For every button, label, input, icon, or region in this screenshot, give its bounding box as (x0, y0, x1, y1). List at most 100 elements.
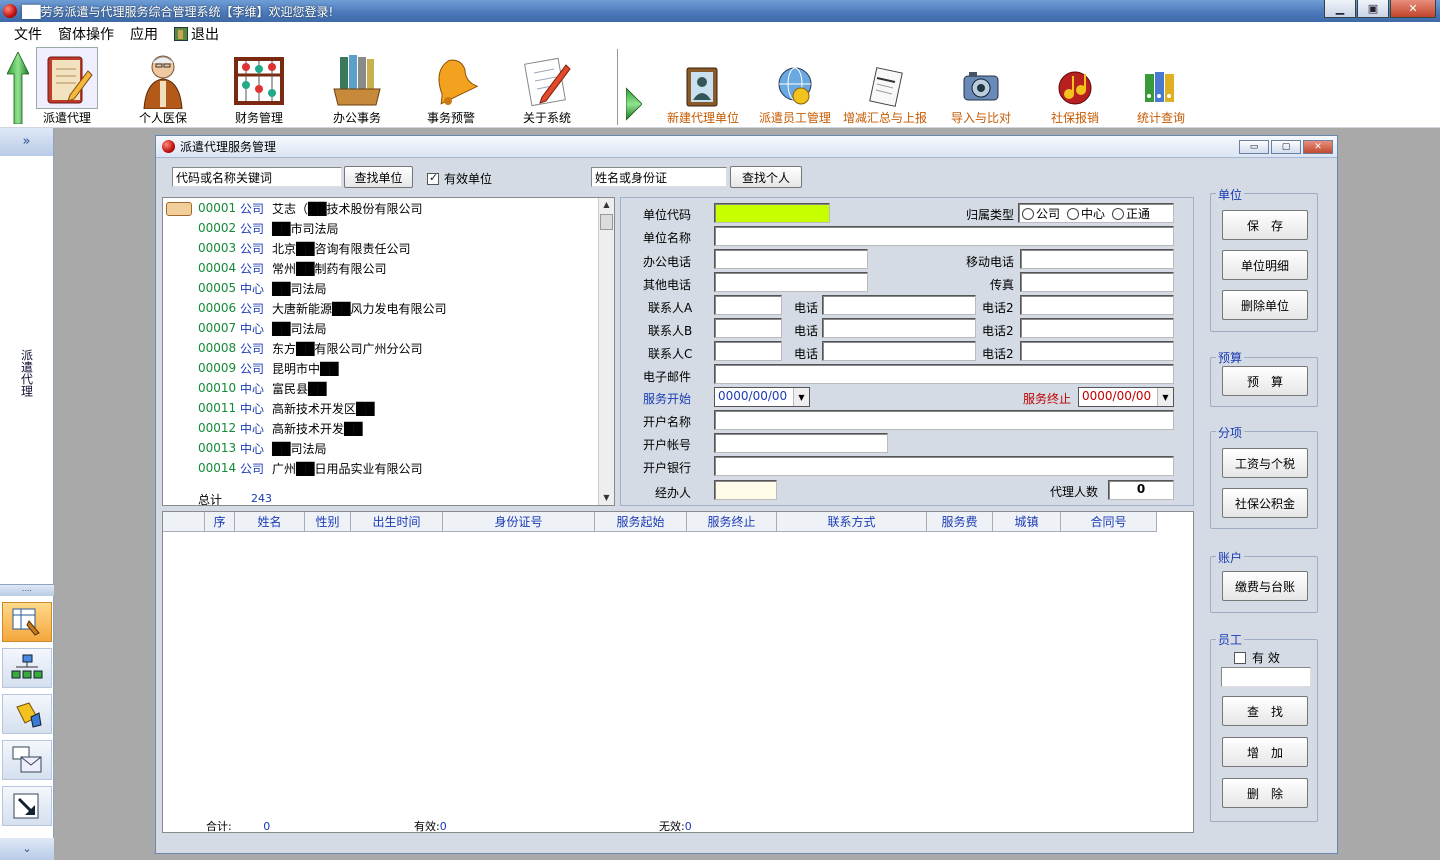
unit-list-row[interactable]: 00005 中心 ██司法局 (163, 278, 326, 298)
tool-social-insurance-claims[interactable]: 社保报销 (1032, 46, 1118, 128)
payment-ledger-button[interactable]: 缴费与台账 (1222, 571, 1308, 601)
grid-column-header[interactable]: 服务费 (927, 512, 993, 531)
nav-section-label[interactable]: 派遣代理 (10, 328, 44, 418)
unit-list-row[interactable]: 00006 公司 大唐新能源██风力发电有限公司 (163, 298, 446, 318)
tool-office-affairs[interactable]: 办公事务 (314, 46, 400, 128)
unit-list-row[interactable]: 00011 中心 高新技术开发区██ (163, 398, 374, 418)
staff-search-input[interactable] (1221, 667, 1311, 687)
unit-list-row[interactable]: 00010 中心 富民县██ (163, 378, 326, 398)
valid-unit-toggle[interactable]: 有效单位 (427, 170, 492, 187)
account-name-input[interactable] (714, 410, 1174, 430)
tool-about-system[interactable]: 关于系统 (504, 46, 590, 128)
nav-mail-button[interactable] (2, 740, 52, 780)
find-staff-button[interactable]: 查 找 (1222, 696, 1308, 726)
tool-dispatch-staff-mgmt[interactable]: 派遣员工管理 (750, 46, 840, 128)
fax-input[interactable] (1020, 272, 1174, 292)
unit-detail-button[interactable]: 单位明细 (1222, 250, 1308, 280)
handler-input[interactable] (714, 480, 777, 500)
inner-minimize-button[interactable]: ▭ (1239, 140, 1269, 154)
menu-apps[interactable]: 应用 (122, 24, 166, 44)
unit-code-input[interactable] (714, 203, 830, 223)
contact-b-phone-input[interactable] (822, 318, 976, 338)
budget-button[interactable]: 预 算 (1222, 366, 1308, 396)
contact-a-input[interactable] (714, 295, 782, 315)
unit-list-row[interactable]: 00001 公司 艾志（██技术股份有限公司 (163, 198, 422, 218)
contact-c-phone2-input[interactable] (1020, 341, 1174, 361)
unit-list-row[interactable]: 00012 中心 高新技术开发██ (163, 418, 362, 438)
nav-org-chart-button[interactable] (2, 648, 52, 688)
scroll-up-arrow-icon[interactable]: ▲ (599, 198, 614, 212)
contact-b-input[interactable] (714, 318, 782, 338)
menu-window-ops[interactable]: 窗体操作 (50, 24, 122, 44)
grid-column-header[interactable]: 序 (205, 512, 235, 531)
bank-input[interactable] (714, 456, 1174, 476)
radio-company[interactable]: 公司 (1022, 205, 1060, 222)
service-end-date-picker[interactable]: 0000/00/00 ▼ (1078, 387, 1174, 407)
radio-center[interactable]: 中心 (1067, 205, 1105, 222)
tool-new-agency-unit[interactable]: 新建代理单位 (658, 46, 748, 128)
scroll-thumb[interactable] (600, 214, 613, 230)
unit-list-row[interactable]: 00007 中心 ██司法局 (163, 318, 326, 338)
contact-a-phone-input[interactable] (822, 295, 976, 315)
save-button[interactable]: 保 存 (1222, 210, 1308, 240)
email-input[interactable] (714, 364, 1174, 384)
unit-list-row[interactable]: 00008 公司 东方██有限公司广州分公司 (163, 338, 422, 358)
find-person-button[interactable]: 查找个人 (730, 166, 802, 188)
expand-right-arrow-icon[interactable] (626, 82, 642, 126)
contact-c-phone-input[interactable] (822, 341, 976, 361)
inner-maximize-button[interactable]: ▢ (1271, 140, 1301, 154)
grid-column-header[interactable]: 服务起始 (595, 512, 687, 531)
unit-list-row[interactable]: 00014 公司 广州██日用品实业有限公司 (163, 458, 422, 478)
social-fund-button[interactable]: 社保公积金 (1222, 488, 1308, 518)
maximize-button[interactable]: ▣ (1357, 0, 1389, 18)
grid-column-header[interactable]: 联系方式 (777, 512, 927, 531)
dropdown-arrow-icon[interactable]: ▼ (793, 388, 809, 406)
tool-change-summary-report[interactable]: 增减汇总与上报 (840, 46, 930, 128)
unit-list-row[interactable]: 00009 公司 昆明市中██ (163, 358, 338, 378)
minimize-button[interactable]: ▁ (1324, 0, 1356, 18)
tool-finance[interactable]: 财务管理 (216, 46, 302, 128)
account-no-input[interactable] (714, 433, 888, 453)
delete-unit-button[interactable]: 删除单位 (1222, 290, 1308, 320)
tool-alerts[interactable]: 事务预警 (408, 46, 494, 128)
tool-dispatch-agency[interactable]: 派遣代理 (24, 46, 110, 128)
inner-close-button[interactable]: ✕ (1303, 140, 1333, 154)
staff-valid-checkbox[interactable] (1234, 651, 1246, 664)
mobile-input[interactable] (1020, 249, 1174, 269)
person-search-input[interactable]: 姓名或身份证 (591, 167, 727, 187)
nav-collapse-button[interactable]: » (0, 128, 53, 156)
contact-c-input[interactable] (714, 341, 782, 361)
grid-column-header[interactable]: 性别 (305, 512, 351, 531)
unit-list-scrollbar[interactable]: ▲ ▼ (598, 198, 614, 505)
add-staff-button[interactable]: 增 加 (1222, 737, 1308, 767)
dropdown-arrow-icon[interactable]: ▼ (1157, 388, 1173, 406)
other-phone-input[interactable] (714, 272, 868, 292)
belong-type-radio-group[interactable]: 公司 中心 正通 (1018, 203, 1174, 223)
tool-personal-medical[interactable]: 个人医保 (120, 46, 206, 128)
unit-list-row[interactable]: 00003 公司 北京██咨询有限责任公司 (163, 238, 410, 258)
delete-staff-button[interactable]: 删 除 (1222, 778, 1308, 808)
salary-tax-button[interactable]: 工资与个税 (1222, 448, 1308, 478)
nav-paint-bucket-button[interactable] (2, 694, 52, 734)
menu-exit[interactable]: 退出 (166, 24, 227, 44)
grid-column-header[interactable]: 姓名 (235, 512, 305, 531)
radio-zhengtong[interactable]: 正通 (1112, 205, 1150, 222)
service-start-date-picker[interactable]: 0000/00/00 ▼ (714, 387, 810, 407)
unit-list[interactable]: 00001 公司 艾志（██技术股份有限公司 00002 公司 ██市司法局 00003 公司… (162, 197, 615, 506)
grid-column-header[interactable]: 出生时间 (351, 512, 443, 531)
grid-column-header[interactable]: 合同号 (1061, 512, 1157, 531)
find-unit-button[interactable]: 查找单位 (344, 166, 413, 188)
unit-list-row[interactable]: 00002 公司 ██市司法局 (163, 218, 338, 238)
staff-grid[interactable]: 序姓名 性别 出生时间 身份证号 服务起始 服务终止 联系方式 服务费 城镇 合同号 (162, 511, 1194, 833)
grid-column-header[interactable]: 服务终止 (687, 512, 777, 531)
contact-b-phone2-input[interactable] (1020, 318, 1174, 338)
valid-unit-checkbox[interactable] (427, 171, 439, 185)
unit-keyword-input[interactable]: 代码或名称关键词 (172, 167, 342, 187)
close-button[interactable]: ✕ (1390, 0, 1436, 18)
contact-a-phone2-input[interactable] (1020, 295, 1174, 315)
unit-list-row[interactable]: 00013 中心 ██司法局 (163, 438, 326, 458)
tool-import-compare[interactable]: 导入与比对 (936, 46, 1026, 128)
nav-splitter-grip[interactable]: .... (0, 584, 54, 596)
unit-name-input[interactable] (714, 226, 1174, 246)
menu-file[interactable]: 文件 (6, 24, 50, 44)
